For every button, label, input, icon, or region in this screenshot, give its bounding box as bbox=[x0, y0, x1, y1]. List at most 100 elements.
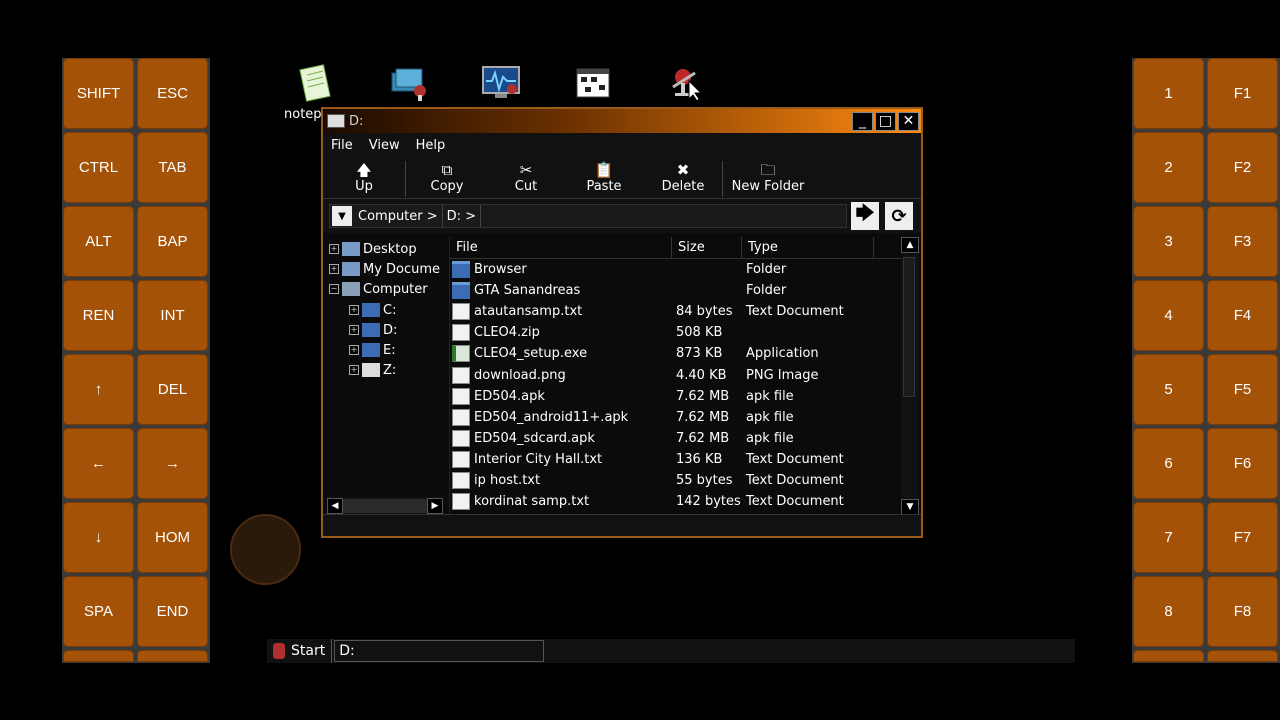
right-pad-key[interactable]: F4 bbox=[1207, 280, 1278, 351]
scroll-track[interactable] bbox=[343, 499, 427, 513]
left-pad-key[interactable]: CTRL bbox=[63, 132, 134, 203]
column-file[interactable]: File bbox=[450, 237, 672, 258]
tree-item[interactable]: + E: bbox=[349, 340, 396, 360]
file-row[interactable]: Interior City Hall.txt 136 KB Text Documen… bbox=[450, 449, 919, 470]
expand-icon[interactable]: + bbox=[349, 325, 359, 335]
copy-button[interactable]: ⧉ Copy bbox=[406, 161, 488, 197]
right-pad-key[interactable]: F3 bbox=[1207, 206, 1278, 277]
right-pad-key[interactable]: 7 bbox=[1133, 502, 1204, 573]
left-pad-key[interactable]: TAB bbox=[137, 132, 208, 203]
file-row[interactable]: ip host.txt 55 bytes Text Document bbox=[450, 470, 919, 491]
maximize-button[interactable]: □ bbox=[875, 111, 896, 131]
monitor-icon[interactable] bbox=[478, 62, 524, 104]
scroll-thumb[interactable] bbox=[903, 257, 915, 397]
expand-icon[interactable]: + bbox=[349, 305, 359, 315]
menu-help[interactable]: Help bbox=[416, 138, 446, 153]
file-manager-window[interactable]: D: _ □ ✕ File View Help 🡅 Up ⧉ Copy ✂ Cut 📋 Pas… bbox=[321, 107, 923, 538]
left-pad-key[interactable]: ESC bbox=[137, 58, 208, 129]
right-pad-key-partial[interactable] bbox=[1207, 650, 1278, 662]
collapse-icon[interactable]: − bbox=[329, 284, 339, 294]
file-row[interactable]: kordinat samp.txt 142 bytes Text Document bbox=[450, 491, 919, 512]
left-pad-key[interactable]: DEL bbox=[137, 354, 208, 425]
scroll-left-icon[interactable]: ◀ bbox=[327, 498, 343, 514]
start-button[interactable]: Start bbox=[267, 639, 333, 663]
right-pad-key-partial[interactable] bbox=[1133, 650, 1204, 662]
menu-view[interactable]: View bbox=[369, 138, 400, 153]
minimize-button[interactable]: _ bbox=[852, 111, 873, 131]
wine-tools-icon[interactable] bbox=[662, 62, 708, 104]
expand-icon[interactable]: + bbox=[349, 345, 359, 355]
right-pad-key[interactable]: F7 bbox=[1207, 502, 1278, 573]
file-row[interactable]: CLEO4_setup.exe 873 KB Application bbox=[450, 343, 919, 364]
left-pad-key[interactable]: END bbox=[137, 576, 208, 647]
tree-item[interactable]: + Z: bbox=[349, 360, 396, 380]
right-pad-key[interactable]: F5 bbox=[1207, 354, 1278, 425]
cut-button[interactable]: ✂ Cut bbox=[488, 161, 564, 197]
file-row[interactable]: CLEO4.zip 508 KB bbox=[450, 322, 919, 343]
left-pad-key[interactable]: SHIFT bbox=[63, 58, 134, 129]
tree-item[interactable]: + D: bbox=[349, 320, 397, 340]
right-pad-key[interactable]: 1 bbox=[1133, 58, 1204, 129]
paste-button[interactable]: 📋 Paste bbox=[564, 161, 644, 197]
right-pad-key[interactable]: 8 bbox=[1133, 576, 1204, 647]
file-row[interactable]: download.png 4.40 KB PNG Image bbox=[450, 364, 919, 385]
column-type[interactable]: Type bbox=[742, 237, 874, 258]
matrix-icon[interactable] bbox=[570, 62, 616, 104]
file-row[interactable]: ED504_android11+.apk 7.62 MB apk file bbox=[450, 407, 919, 428]
taskbar-window-d[interactable]: D: bbox=[334, 640, 545, 662]
scroll-right-icon[interactable]: ▶ bbox=[427, 498, 443, 514]
right-pad-key[interactable]: 2 bbox=[1133, 132, 1204, 203]
left-pad-key[interactable]: ← bbox=[63, 428, 134, 499]
delete-button[interactable]: ✖ Delete bbox=[644, 161, 722, 197]
file-row[interactable]: GTA Sanandreas Folder bbox=[450, 280, 919, 301]
left-pad-key-partial[interactable] bbox=[63, 650, 134, 662]
right-pad-key[interactable]: 6 bbox=[1133, 428, 1204, 499]
right-pad-key[interactable]: 5 bbox=[1133, 354, 1204, 425]
right-pad-key[interactable]: F8 bbox=[1207, 576, 1278, 647]
left-pad-key[interactable]: SPA bbox=[63, 576, 134, 647]
left-pad-key[interactable]: INT bbox=[137, 280, 208, 351]
right-pad-key[interactable]: 4 bbox=[1133, 280, 1204, 351]
file-row[interactable]: Browser Folder bbox=[450, 259, 919, 280]
left-pad-key[interactable]: HOM bbox=[137, 502, 208, 573]
refresh-icon[interactable]: ⟳ bbox=[885, 202, 913, 230]
expand-icon[interactable]: + bbox=[349, 365, 359, 375]
left-pad-key-partial[interactable] bbox=[137, 650, 208, 662]
right-pad-key[interactable]: 3 bbox=[1133, 206, 1204, 277]
left-pad-key[interactable]: → bbox=[137, 428, 208, 499]
go-arrow-icon[interactable]: 🡆 bbox=[851, 202, 879, 230]
file-list-vertical-scrollbar[interactable]: ▲ ▼ bbox=[901, 237, 919, 515]
tree-horizontal-scrollbar[interactable]: ◀ ▶ bbox=[327, 497, 443, 515]
file-row[interactable]: atautansamp.txt 84 bytes Text Document bbox=[450, 301, 919, 322]
up-button[interactable]: 🡅 Up bbox=[323, 161, 405, 197]
virtual-joystick[interactable] bbox=[230, 514, 301, 585]
tree-item[interactable]: + My Docume bbox=[329, 259, 440, 279]
network-icon[interactable] bbox=[386, 62, 432, 104]
title-bar[interactable]: D: _ □ ✕ bbox=[323, 109, 921, 133]
scroll-up-icon[interactable]: ▲ bbox=[901, 237, 919, 253]
menu-file[interactable]: File bbox=[331, 138, 353, 153]
right-pad-key[interactable]: F1 bbox=[1207, 58, 1278, 129]
address-dropdown-icon[interactable]: ▼ bbox=[332, 206, 352, 226]
tree-item[interactable]: − Computer bbox=[329, 279, 428, 299]
notepad-icon[interactable] bbox=[292, 62, 338, 104]
left-pad-key[interactable]: ALT bbox=[63, 206, 134, 277]
file-row[interactable]: ED504_sdcard.apk 7.62 MB apk file bbox=[450, 428, 919, 449]
left-pad-key[interactable]: ↑ bbox=[63, 354, 134, 425]
expand-icon[interactable]: + bbox=[329, 264, 339, 274]
left-pad-key[interactable]: ↓ bbox=[63, 502, 134, 573]
right-pad-key[interactable]: F2 bbox=[1207, 132, 1278, 203]
right-pad-key[interactable]: F6 bbox=[1207, 428, 1278, 499]
breadcrumb-d-drive[interactable]: D: > bbox=[443, 205, 482, 227]
expand-icon[interactable]: + bbox=[329, 244, 339, 254]
tree-item[interactable]: + Desktop bbox=[329, 239, 417, 259]
tree-item[interactable]: + C: bbox=[349, 300, 396, 320]
breadcrumb-computer[interactable]: Computer > bbox=[354, 205, 443, 227]
scroll-down-icon[interactable]: ▼ bbox=[901, 499, 919, 515]
file-row[interactable]: ED504.apk 7.62 MB apk file bbox=[450, 386, 919, 407]
new-folder-button[interactable]: 🗀 New Folder bbox=[723, 161, 813, 197]
close-button[interactable]: ✕ bbox=[898, 111, 919, 131]
left-pad-key[interactable]: BAP bbox=[137, 206, 208, 277]
left-pad-key[interactable]: REN bbox=[63, 280, 134, 351]
column-size[interactable]: Size bbox=[672, 237, 742, 258]
